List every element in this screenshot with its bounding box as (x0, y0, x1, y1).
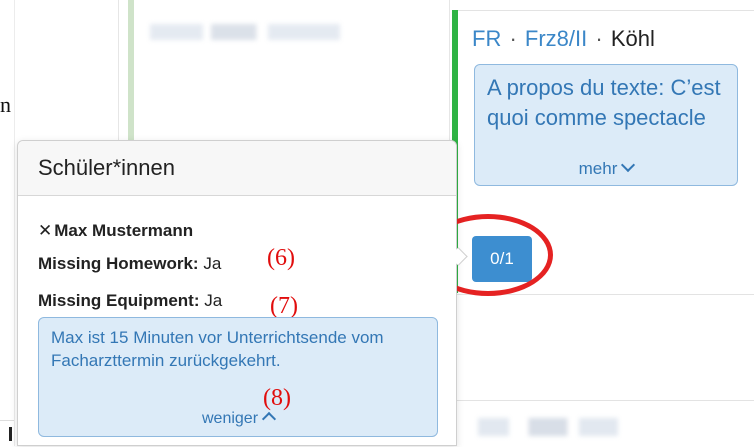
background-lesson-stripe (128, 0, 134, 150)
more-button[interactable]: mehr (475, 157, 737, 179)
remark-text: Max ist 15 Minuten vor Unterrichtsende v… (51, 328, 384, 370)
subject-link[interactable]: FR (472, 26, 501, 51)
background-card-fragment-bottom (0, 420, 14, 447)
field-value: Ja (204, 291, 223, 310)
lesson-note: A propos du texte: C’est quoi comme spec… (474, 64, 738, 186)
group-link[interactable]: Frz8/II (525, 26, 587, 51)
background-text-fragment: n (0, 92, 11, 117)
annotation-label: (7) (270, 293, 298, 319)
lesson-header: FR · Frz8/II · Köhl (472, 26, 655, 52)
more-label: mehr (578, 159, 618, 178)
blurred-lesson-title (150, 24, 340, 40)
student-entry: ✕ Max Mustermann (38, 221, 193, 241)
background-lesson-card[interactable] (118, 0, 450, 151)
missing-equipment-field: Missing Equipment: Ja (38, 291, 222, 311)
field-value: Ja (203, 254, 222, 273)
popover-header: Schüler*innen (18, 141, 456, 196)
popover-title: Schüler*innen (38, 155, 175, 180)
field-label: Missing Homework: (38, 254, 199, 273)
chevron-up-icon (261, 411, 277, 427)
separator: · (595, 26, 603, 51)
annotation-label: (8) (263, 385, 291, 411)
field-label: Missing Equipment: (38, 291, 200, 310)
students-popover: Schüler*innen ✕ Max Mustermann Missing Ho… (17, 140, 457, 446)
lesson-note-text: A propos du texte: C’est quoi comme spec… (487, 75, 721, 130)
missing-homework-field: Missing Homework: Ja (38, 254, 221, 274)
less-button[interactable]: weniger (39, 410, 437, 428)
blurred-lesson-title (478, 418, 618, 436)
student-name: Max Mustermann (54, 221, 194, 240)
close-icon[interactable]: ✕ (38, 221, 52, 240)
background-card-fragment (0, 0, 15, 446)
separator: · (509, 26, 517, 51)
less-label: weniger (201, 410, 259, 427)
chevron-down-icon (621, 157, 636, 173)
student-remark: Max ist 15 Minuten vor Unterrichtsende v… (38, 317, 438, 437)
annotation-label: (6) (267, 245, 295, 271)
teacher-name: Köhl (610, 26, 655, 51)
